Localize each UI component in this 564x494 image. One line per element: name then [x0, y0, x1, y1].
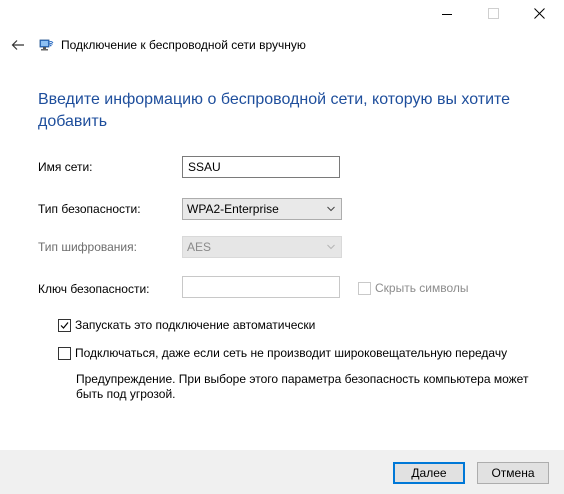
close-icon	[533, 7, 545, 19]
auto-connect-checkbox[interactable]	[58, 318, 71, 332]
page-heading: Введите информацию о беспроводной сети, …	[38, 91, 511, 130]
window-title: Подключение к беспроводной сети вручную	[61, 38, 306, 52]
back-arrow-icon[interactable]	[10, 37, 26, 53]
encryption-type-select[interactable]: AES	[182, 236, 342, 258]
network-name-label: Имя сети:	[38, 160, 93, 174]
dialog-footer: Далее Отмена	[0, 450, 564, 494]
connect-hidden-option[interactable]: Подключаться, даже если сеть не производ…	[58, 346, 507, 360]
close-button[interactable]	[514, 0, 564, 26]
hide-characters-option[interactable]: Скрыть символы	[358, 281, 469, 295]
next-button[interactable]: Далее	[393, 462, 465, 484]
add-wireless-network-window: Подключение к беспроводной сети вручную …	[0, 0, 564, 494]
encryption-type-value: AES	[187, 240, 212, 254]
checkmark-icon	[60, 321, 69, 329]
minimize-icon	[442, 13, 452, 15]
maximize-icon	[487, 7, 499, 19]
auto-connect-label: Запускать это подключение автоматически	[75, 318, 316, 332]
minimize-button[interactable]	[424, 0, 470, 26]
security-type-select[interactable]: WPA2-Enterprise	[182, 198, 342, 220]
maximize-button[interactable]	[470, 0, 516, 26]
network-name-input[interactable]: SSAU	[182, 156, 340, 178]
security-key-input[interactable]	[182, 276, 340, 298]
connect-hidden-label: Подключаться, даже если сеть не производ…	[75, 346, 508, 360]
chevron-down-icon	[327, 206, 335, 212]
auto-connect-option[interactable]: Запускать это подключение автоматически	[58, 318, 315, 332]
cancel-button[interactable]: Отмена	[477, 462, 549, 484]
wireless-network-icon	[39, 39, 54, 51]
security-type-label: Тип безопасности:	[38, 202, 141, 216]
security-type-value: WPA2-Enterprise	[187, 202, 279, 216]
hide-characters-checkbox[interactable]	[358, 281, 371, 295]
security-warning-text: Предупреждение. При выборе этого парамет…	[76, 372, 529, 401]
chevron-down-icon	[327, 244, 335, 250]
hide-characters-label: Скрыть символы	[375, 281, 469, 295]
security-key-label: Ключ безопасности:	[38, 282, 150, 296]
encryption-type-label: Тип шифрования:	[38, 240, 137, 254]
connect-hidden-checkbox[interactable]	[58, 346, 71, 360]
